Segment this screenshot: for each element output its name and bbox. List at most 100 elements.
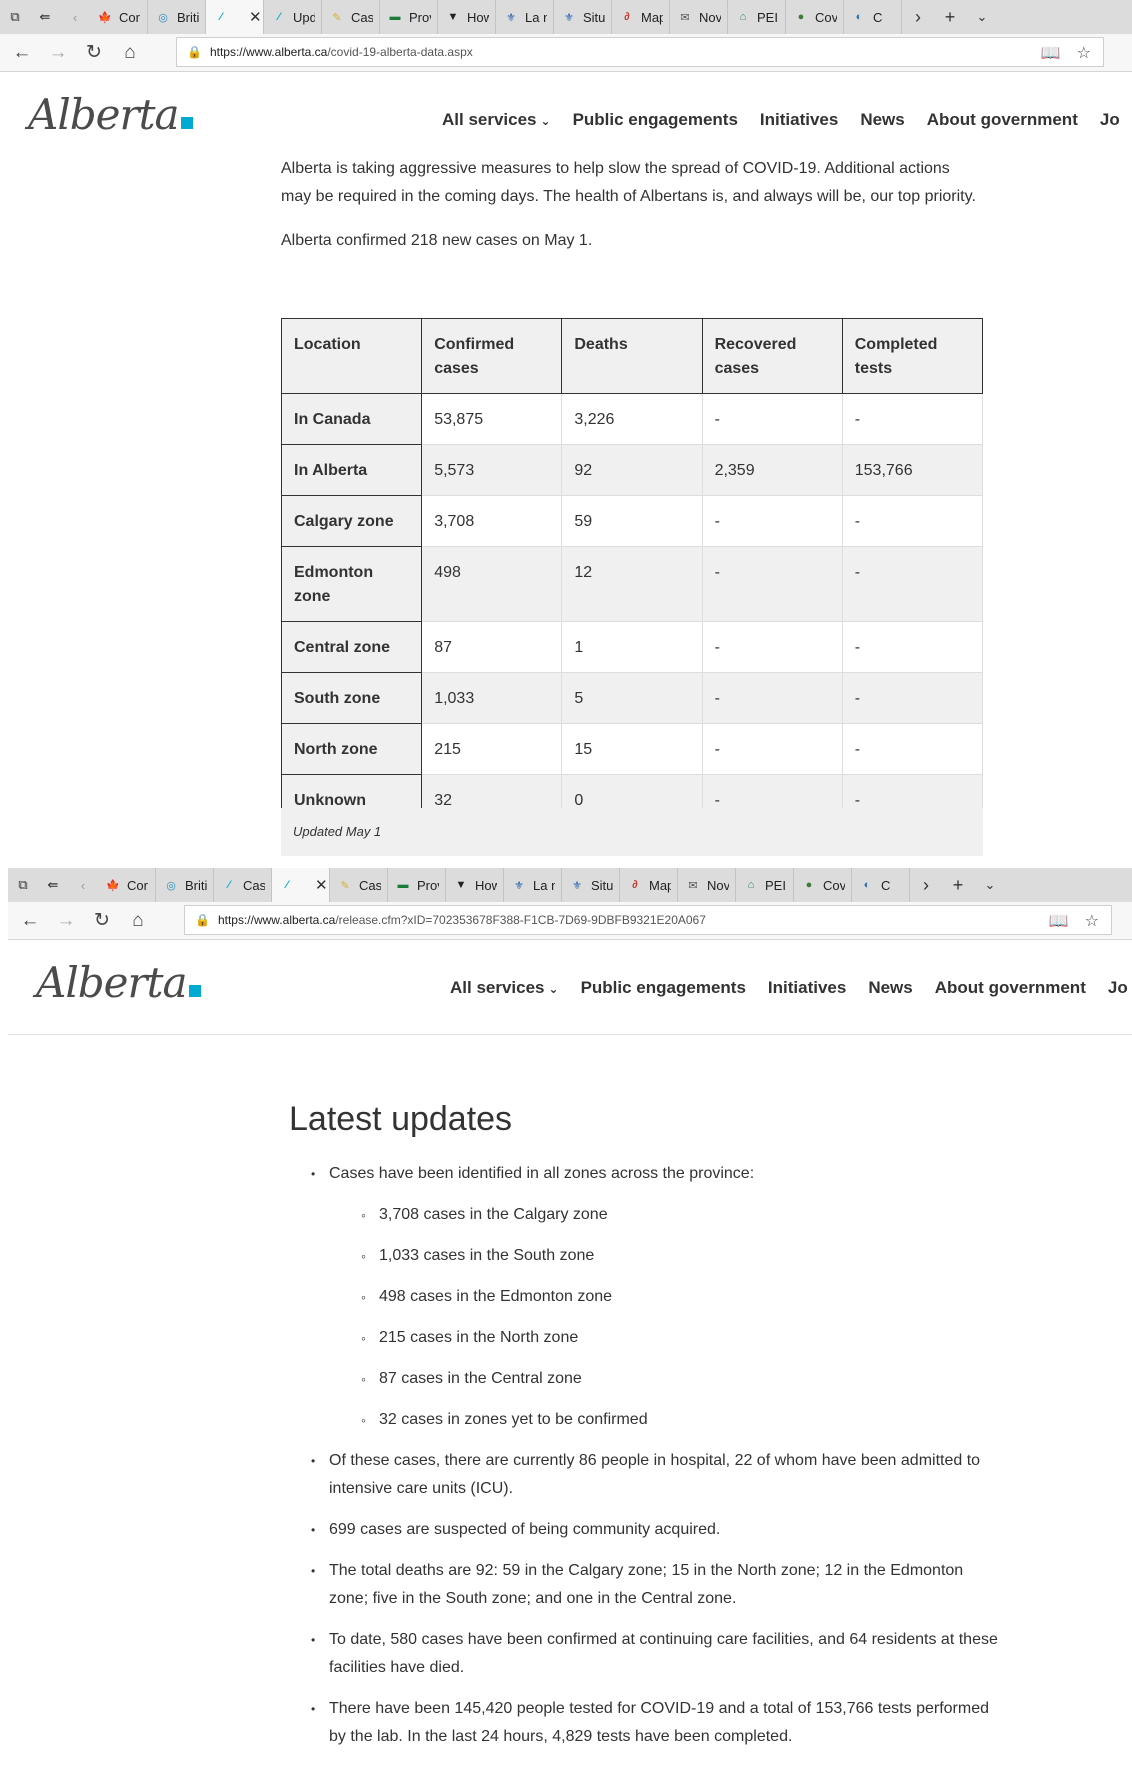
new-tab-button[interactable]: + bbox=[934, 7, 966, 28]
browser-tab[interactable]: ◎ Briti bbox=[148, 0, 206, 34]
browser-tab[interactable]: ✎ Case bbox=[330, 868, 388, 902]
nav-item[interactable]: Initiatives bbox=[768, 978, 846, 998]
url-field[interactable]: 🔒 https://www.alberta.ca/covid-19-albert… bbox=[176, 37, 1104, 67]
nav-label: Initiatives bbox=[759, 110, 839, 129]
nav-item[interactable]: Public engagements bbox=[573, 110, 738, 130]
home-button[interactable]: ⌂ bbox=[112, 42, 148, 64]
tab-title: Nov bbox=[699, 9, 721, 25]
close-tab-icon[interactable]: ✕ bbox=[249, 8, 262, 26]
browser-tab[interactable]: ✉ Nov bbox=[678, 868, 736, 902]
browser-tab[interactable]: ∂ Map bbox=[612, 0, 670, 34]
scroll-tabs-right-icon[interactable]: › bbox=[910, 875, 942, 896]
site-header: Alberta All services ⌄ Public engagements I… bbox=[8, 944, 1132, 1030]
tab-menu-chevron-icon[interactable]: ⌄ bbox=[966, 9, 998, 25]
scroll-tabs-left-icon[interactable]: ‹ bbox=[60, 0, 90, 34]
nav-item[interactable]: News bbox=[860, 110, 904, 130]
globe-icon: ● bbox=[797, 11, 805, 23]
browser-tab[interactable]: ⚜ La n bbox=[496, 0, 554, 34]
browser-tab[interactable]: ⚜ La n bbox=[504, 868, 562, 902]
back-button[interactable]: ← bbox=[12, 910, 48, 932]
close-tab-icon[interactable]: ✕ bbox=[315, 876, 328, 894]
table-cell: - bbox=[701, 546, 843, 622]
forward-button[interactable]: → bbox=[48, 910, 84, 932]
reading-view-icon[interactable]: 📖 bbox=[1041, 43, 1061, 63]
browser-tab[interactable]: ⌂ PEI bbox=[728, 0, 786, 34]
tab-preview-icon[interactable]: ⧉ bbox=[8, 868, 38, 902]
browser-tab[interactable]: ▬ Prov bbox=[380, 0, 438, 34]
row-header: Central zone bbox=[280, 621, 423, 673]
logo-text: Alberta bbox=[36, 958, 187, 1007]
alberta-logo[interactable]: Alberta bbox=[36, 958, 201, 1007]
browser-tab[interactable]: ◐ C bbox=[852, 868, 910, 902]
browser-tab[interactable]: ⁄ ✕ bbox=[272, 868, 330, 902]
scroll-tabs-right-icon[interactable]: › bbox=[902, 7, 934, 28]
browser-tab[interactable]: ⁄ Upd bbox=[264, 0, 322, 34]
nav-item[interactable]: Jo bbox=[1100, 110, 1120, 130]
nav-item[interactable]: About government bbox=[927, 110, 1078, 130]
row-header: Edmonton zone bbox=[280, 546, 423, 622]
reading-view-icon[interactable]: 📖 bbox=[1049, 911, 1069, 931]
url-host: https://www.alberta.ca bbox=[209, 45, 328, 59]
browser-tab[interactable]: 🍁 Cor bbox=[98, 868, 156, 902]
favorite-star-icon[interactable]: ☆ bbox=[1077, 43, 1091, 63]
browser-tab[interactable]: ⁄ ✕ bbox=[206, 0, 264, 34]
browser-tab[interactable]: ✎ Case bbox=[322, 0, 380, 34]
home-button[interactable]: ⌂ bbox=[120, 910, 156, 932]
set-aside-tabs-icon[interactable]: ⇚ bbox=[38, 868, 68, 902]
browser-tab[interactable]: ◎ Briti bbox=[156, 868, 214, 902]
nav-item[interactable]: All services ⌄ bbox=[450, 978, 559, 998]
row-header: In Canada bbox=[280, 393, 423, 445]
tab-title: Cov bbox=[823, 877, 845, 893]
tab-title: Briti bbox=[185, 877, 207, 893]
forward-button[interactable]: → bbox=[40, 42, 76, 64]
tab-menu-chevron-icon[interactable]: ⌄ bbox=[974, 877, 1006, 893]
browser-tab[interactable]: ⁄ Case bbox=[214, 868, 272, 902]
table-row: North zone 215 15- - bbox=[280, 723, 984, 775]
tab-title: Cor bbox=[127, 877, 148, 893]
nav-item[interactable]: All services ⌄ bbox=[442, 110, 551, 130]
scroll-tabs-left-icon[interactable]: ‹ bbox=[68, 868, 98, 902]
table-cell: 53,875 bbox=[421, 393, 563, 445]
table-cell: - bbox=[701, 672, 843, 724]
nav-item[interactable]: About government bbox=[935, 978, 1086, 998]
nav-item[interactable]: Public engagements bbox=[581, 978, 746, 998]
intro-paragraph: Alberta is taking aggressive measures to… bbox=[281, 160, 976, 205]
browser-tab[interactable]: ✉ Nov bbox=[670, 0, 728, 34]
browser-tab[interactable]: ● Cov bbox=[786, 0, 844, 34]
browser-tab[interactable]: ◐ C bbox=[844, 0, 902, 34]
tab-title: PEI bbox=[757, 9, 778, 25]
tab-title: Case bbox=[351, 9, 373, 25]
browser-tab[interactable]: ▼ How bbox=[438, 0, 496, 34]
tab-title: Upd bbox=[293, 9, 315, 25]
column-header: Location bbox=[280, 318, 423, 394]
header-divider bbox=[8, 1034, 1132, 1035]
browser-tab[interactable]: ⚜ Situ bbox=[554, 0, 612, 34]
back-button[interactable]: ← bbox=[4, 42, 40, 64]
nav-item[interactable]: News bbox=[868, 978, 912, 998]
browser-tab[interactable]: ▼ How bbox=[446, 868, 504, 902]
logo-text: Alberta bbox=[28, 90, 179, 139]
nav-item[interactable]: Initiatives bbox=[760, 110, 838, 130]
tab-title: Map bbox=[649, 877, 671, 893]
browser-tab[interactable]: ∂ Map bbox=[620, 868, 678, 902]
tab-preview-icon[interactable]: ⧉ bbox=[0, 0, 30, 34]
browser-tab[interactable]: ⚜ Situ bbox=[562, 868, 620, 902]
refresh-button[interactable]: ↻ bbox=[76, 41, 112, 64]
table-cell: 1 bbox=[561, 621, 703, 673]
browser-tab[interactable]: 🍁 Cor bbox=[90, 0, 148, 34]
new-tab-button[interactable]: + bbox=[942, 875, 974, 896]
tab-title: Cor bbox=[119, 9, 140, 25]
table-cell: - bbox=[841, 495, 984, 547]
refresh-button[interactable]: ↻ bbox=[84, 909, 120, 932]
browser-tab[interactable]: ● Cov bbox=[794, 868, 852, 902]
url-field[interactable]: 🔒 https://www.alberta.ca/release.cfm?xID… bbox=[184, 905, 1112, 935]
alberta-logo[interactable]: Alberta bbox=[28, 90, 193, 139]
tab-list: 🍁Cor◎Briti⁄✕⁄Upd✎Case▬Prov▼How⚜La n⚜Situ… bbox=[90, 0, 902, 34]
tab-title: La n bbox=[533, 877, 555, 893]
browser-tab[interactable]: ⌂ PEI bbox=[736, 868, 794, 902]
cases-table: Location Confirmed cases Deaths Recovered c… bbox=[280, 318, 984, 826]
browser-tab[interactable]: ▬ Prov bbox=[388, 868, 446, 902]
favorite-star-icon[interactable]: ☆ bbox=[1085, 911, 1099, 931]
nav-item[interactable]: Jo bbox=[1108, 978, 1128, 998]
set-aside-tabs-icon[interactable]: ⇚ bbox=[30, 0, 60, 34]
